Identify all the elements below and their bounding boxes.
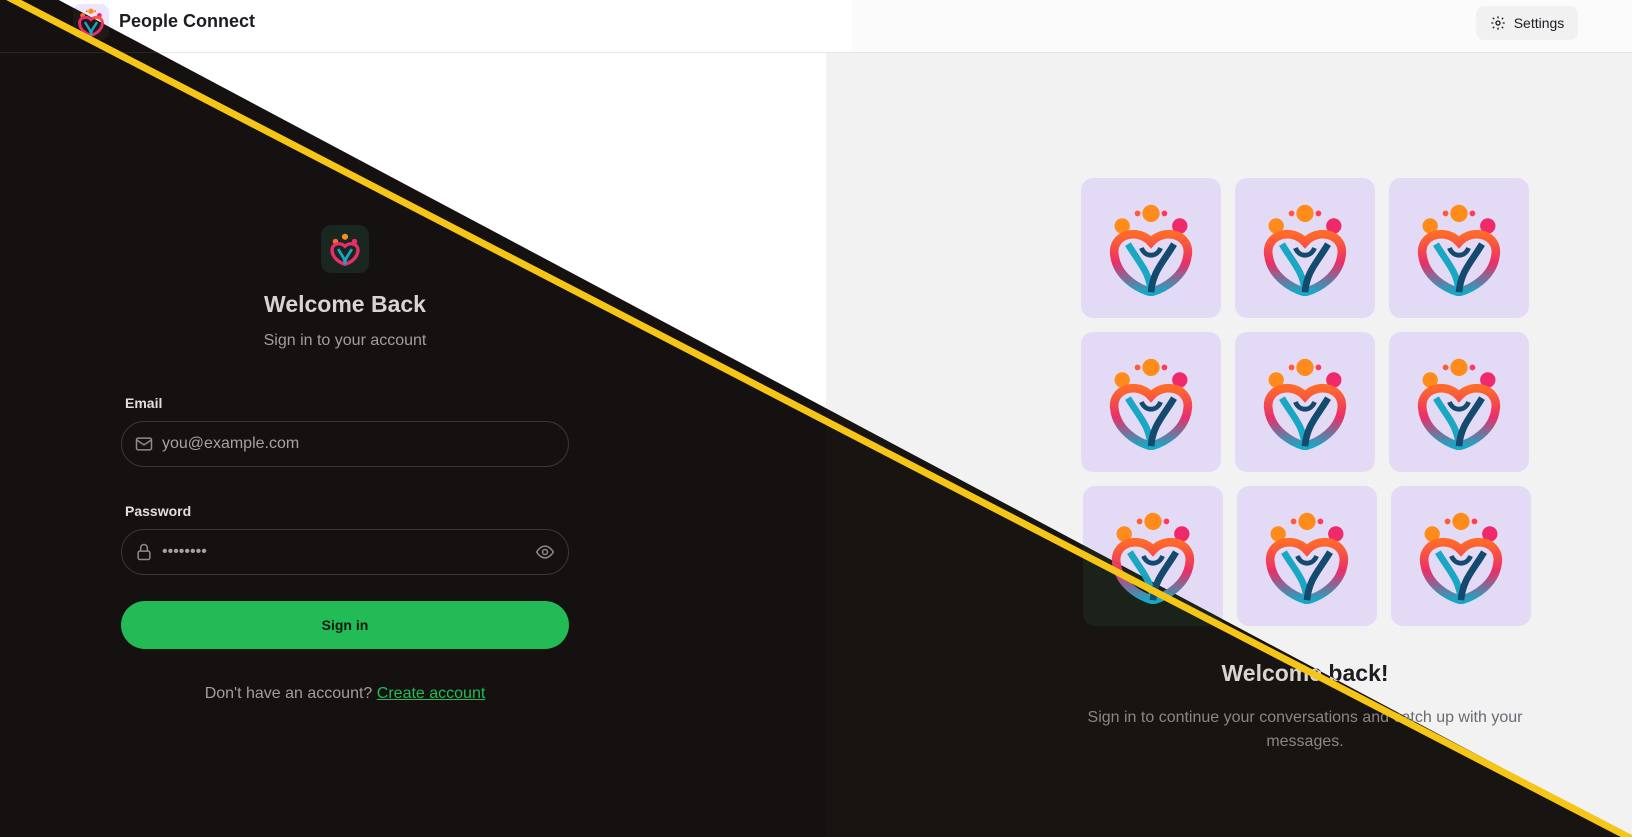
- login-subtitle-dark: Sign in to your account: [263, 332, 427, 349]
- people-connect-logo-icon: [1417, 204, 1501, 296]
- people-connect-logo-icon: [1263, 358, 1347, 450]
- create-account-link-dark[interactable]: Create account: [377, 685, 486, 702]
- logo-tile: [1235, 332, 1375, 472]
- page: People Connect Settings Welcome Back Sig…: [0, 0, 1632, 837]
- logo-tile: [1081, 332, 1221, 472]
- settings-label: Settings: [1513, 15, 1565, 31]
- people-connect-logo-icon: [1265, 512, 1349, 604]
- form-logo-dark: [321, 225, 369, 273]
- logo-tile: [1389, 332, 1529, 472]
- people-connect-logo-icon: [1417, 358, 1501, 450]
- signin-button-dark[interactable]: Sign in: [121, 601, 569, 649]
- email-label-dark: Email: [125, 395, 163, 411]
- login-title-dark: Welcome Back: [264, 291, 426, 317]
- gear-icon: [1491, 16, 1505, 30]
- email-field-dark[interactable]: you@example.com: [121, 421, 569, 467]
- people-connect-logo-icon: [1263, 204, 1347, 296]
- logo-tile: [1235, 178, 1375, 318]
- mail-icon: [134, 434, 154, 454]
- password-label-dark: Password: [125, 503, 192, 519]
- app-title: People Connect: [119, 11, 256, 31]
- signup-prompt-dark: Don't have an account? Create account: [0, 685, 690, 703]
- password-field-dark[interactable]: ••••••••: [121, 529, 569, 575]
- logo-tile: [1389, 178, 1529, 318]
- people-connect-logo-icon: [1419, 512, 1503, 604]
- no-account-text-dark: Don't have an account?: [204, 685, 373, 702]
- lock-icon: [134, 542, 154, 562]
- people-connect-logo-icon: [330, 233, 360, 266]
- logo-tile: [1391, 486, 1531, 626]
- logo-tile: [1081, 178, 1221, 318]
- people-connect-logo-icon: [1109, 358, 1193, 450]
- settings-button[interactable]: Settings: [1476, 6, 1578, 40]
- top-header: People Connect Settings: [58, 0, 1632, 53]
- people-connect-logo-icon: [1109, 204, 1193, 296]
- email-placeholder-dark: you@example.com: [162, 435, 300, 452]
- logo-tile: [1237, 486, 1377, 626]
- eye-icon[interactable]: [534, 541, 556, 563]
- password-value-dark: ••••••••: [162, 543, 207, 560]
